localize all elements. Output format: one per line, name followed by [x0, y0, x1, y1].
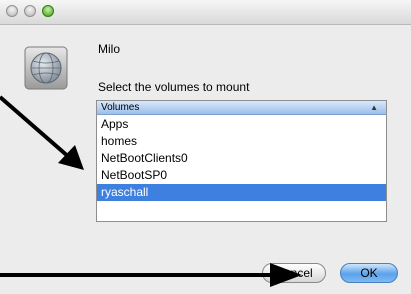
sort-ascending-icon[interactable]: ▲ — [370, 103, 378, 112]
list-item[interactable]: Apps — [97, 116, 386, 133]
mount-dialog-window: Milo Select the volumes to mount Volumes… — [0, 0, 411, 294]
server-globe-icon — [24, 46, 68, 90]
close-window-icon[interactable] — [6, 5, 18, 17]
server-name: Milo — [98, 42, 121, 56]
volume-rows: Apps homes NetBootClients0 NetBootSP0 ry… — [97, 116, 386, 201]
volume-list[interactable]: Volumes ▲ Apps homes NetBootClients0 Net… — [96, 100, 387, 222]
list-item-selected[interactable]: ryaschall — [97, 184, 386, 201]
cancel-button[interactable]: Cancel — [262, 263, 326, 283]
list-item[interactable]: homes — [97, 133, 386, 150]
list-item[interactable]: NetBootSP0 — [97, 167, 386, 184]
title-bar — [0, 0, 411, 25]
list-item[interactable]: NetBootClients0 — [97, 150, 386, 167]
volume-prompt: Select the volumes to mount — [98, 80, 250, 94]
ok-button[interactable]: OK — [340, 263, 398, 283]
minimize-window-icon[interactable] — [24, 5, 36, 17]
list-column-header[interactable]: Volumes ▲ — [97, 101, 386, 115]
zoom-window-icon[interactable] — [42, 5, 54, 17]
column-header-label: Volumes — [101, 102, 140, 113]
